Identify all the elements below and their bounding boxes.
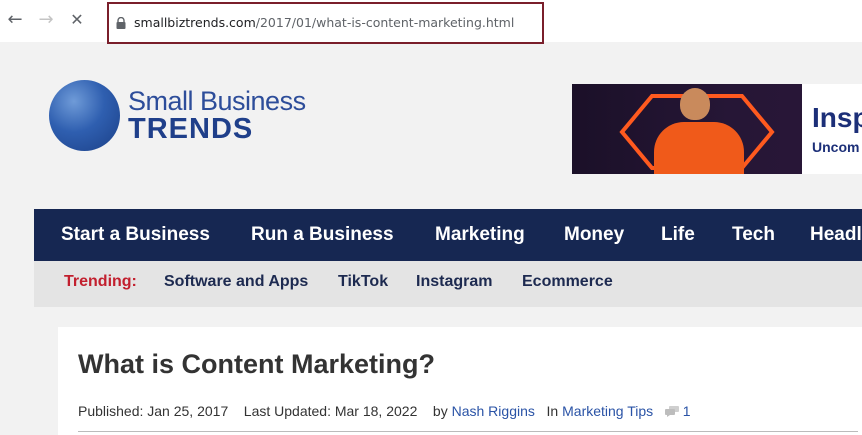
nav-money[interactable]: Money: [564, 224, 624, 246]
trending-ecommerce[interactable]: Ecommerce: [522, 273, 613, 291]
article-title: What is Content Marketing?: [78, 349, 435, 379]
logo-globe-icon[interactable]: [49, 80, 120, 151]
back-icon[interactable]: ←: [4, 8, 26, 30]
article-card: What is Content Marketing? Published: Ja…: [58, 327, 862, 435]
comments-icon[interactable]: [664, 406, 679, 417]
category-link[interactable]: Marketing Tips: [562, 403, 653, 419]
nav-start-a-business[interactable]: Start a Business: [61, 224, 210, 246]
lock-icon: [116, 17, 126, 29]
updated-date: Last Updated: Mar 18, 2022: [243, 403, 418, 419]
by-label: by: [432, 403, 448, 419]
trending-bar: Trending: Software and Apps TikTok Insta…: [34, 261, 862, 307]
nav-tech[interactable]: Tech: [732, 224, 775, 246]
nav-marketing[interactable]: Marketing: [435, 224, 525, 246]
ad-title: Insp: [812, 102, 862, 133]
trending-instagram[interactable]: Instagram: [416, 273, 492, 291]
in-label: In: [546, 403, 559, 419]
address-bar[interactable]: smallbiztrends.com/2017/01/what-is-conte…: [107, 2, 544, 44]
forward-icon[interactable]: →: [35, 8, 57, 30]
browser-toolbar: ← → ✕ smallbiztrends.com/2017/01/what-is…: [0, 0, 862, 44]
logo-line2[interactable]: TRENDS: [128, 113, 253, 146]
ad-person-head-image: [680, 88, 710, 120]
url-path: /2017/01/what-is-content-marketing.html: [255, 15, 515, 30]
main-nav: Start a Business Run a Business Marketin…: [34, 209, 862, 261]
stop-icon[interactable]: ✕: [66, 8, 88, 30]
article-meta: Published: Jan 25, 2017 Last Updated: Ma…: [78, 403, 691, 419]
url-host: smallbiztrends.com: [134, 15, 256, 30]
ad-person-image: [654, 122, 744, 174]
ad-banner[interactable]: Insp Uncom: [572, 84, 862, 174]
url-text[interactable]: smallbiztrends.com/2017/01/what-is-conte…: [134, 15, 514, 30]
nav-headlines[interactable]: Headl: [810, 224, 862, 246]
comment-count[interactable]: 1: [683, 403, 691, 419]
ad-subtitle: Uncom: [812, 139, 860, 155]
meta-divider: [78, 431, 858, 432]
trending-tiktok[interactable]: TikTok: [338, 273, 388, 291]
trending-label: Trending:: [64, 273, 137, 290]
nav-run-a-business[interactable]: Run a Business: [251, 224, 394, 246]
trending-software-and-apps[interactable]: Software and Apps: [164, 273, 308, 291]
author-link[interactable]: Nash Riggins: [452, 403, 535, 419]
published-date: Published: Jan 25, 2017: [78, 403, 229, 419]
nav-life[interactable]: Life: [661, 224, 695, 246]
